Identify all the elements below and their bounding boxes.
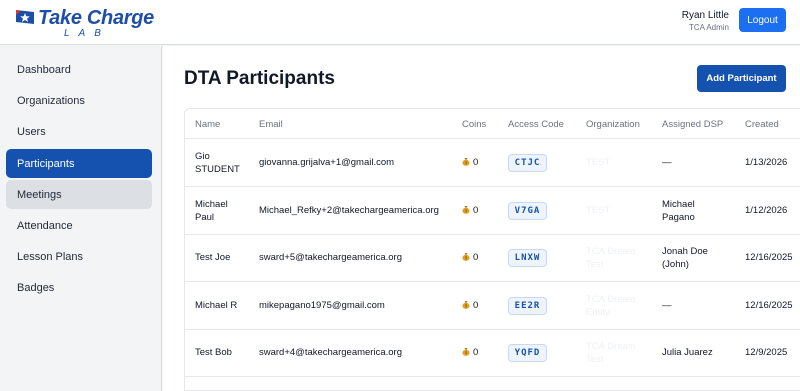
- main-content: DTA Participants Add Participant Name Em…: [163, 46, 800, 391]
- coins-value: 0: [473, 157, 479, 168]
- organization-name: TCA Dream: [586, 341, 636, 352]
- assigned-dsp: Michael: [662, 199, 695, 210]
- participant-email: giovanna.grijalva+1@gmail.com: [259, 157, 395, 168]
- organization-name: TCA Dream: [586, 294, 636, 305]
- organization-name: TEST: [586, 157, 611, 168]
- coins-value: 0: [473, 300, 479, 311]
- participants-table: Name Email Coins Access Code Organizatio…: [184, 108, 800, 391]
- coin-bag-icon: $: [462, 348, 470, 356]
- participant-name: STUDENT: [195, 164, 240, 175]
- sidebar-nav: Dashboard Organizations Users Participan…: [0, 46, 162, 391]
- column-header-name[interactable]: Name: [195, 119, 220, 130]
- svg-text:$: $: [465, 303, 468, 308]
- coins-cell: $0: [462, 205, 478, 217]
- access-code-badge[interactable]: EE2R: [508, 297, 547, 315]
- created-date: 1/13/2026: [745, 157, 788, 168]
- participant-name: Gio: [195, 151, 210, 162]
- page-title: DTA Participants: [184, 68, 335, 89]
- organization-name: TEST: [586, 205, 611, 216]
- organization-name: Entity: [586, 307, 610, 318]
- access-code-badge[interactable]: V7GA: [508, 202, 547, 220]
- sidebar-item-users[interactable]: Users: [6, 117, 152, 146]
- add-participant-button[interactable]: Add Participant: [697, 65, 786, 92]
- table-row[interactable]: Test Bob sward+4@takechargeamerica.org $0 Y…: [185, 330, 800, 377]
- access-code-badge[interactable]: CTJC: [508, 154, 547, 172]
- logo-text: Take Charge: [38, 7, 155, 29]
- table-row[interactable]: Test Joe sward+5@takechargeamerica.org $0 L…: [185, 235, 800, 282]
- table-row[interactable]: Gio STUDENT giovanna.grijalva+1@gmail.com $…: [185, 140, 800, 187]
- column-header-created[interactable]: Created: [745, 119, 779, 130]
- participant-email: sward+5@takechargeamerica.org: [259, 252, 402, 263]
- coin-bag-icon: $: [462, 253, 470, 261]
- participant-email: sward+4@takechargeamerica.org: [259, 347, 402, 358]
- logout-button[interactable]: Logout: [739, 8, 786, 32]
- logo-subtext: LAB: [64, 28, 110, 39]
- coins-value: 0: [473, 347, 479, 358]
- organization-name: Test: [586, 259, 604, 270]
- svg-text:$: $: [465, 208, 468, 213]
- column-header-coins[interactable]: Coins: [462, 119, 486, 130]
- column-header-assigned-dsp[interactable]: Assigned DSP: [662, 119, 723, 130]
- participant-name: Michael: [195, 199, 228, 210]
- created-date: 1/12/2026: [745, 205, 788, 216]
- app-header: Take Charge LAB Ryan Little TCA Admin Lo…: [0, 0, 800, 45]
- column-header-access-code[interactable]: Access Code: [508, 119, 564, 130]
- sidebar-item-attendance[interactable]: Attendance: [6, 211, 152, 240]
- sidebar-item-dashboard[interactable]: Dashboard: [6, 55, 152, 84]
- table-header: Name Email Coins Access Code Organizatio…: [185, 109, 800, 139]
- created-date: 12/16/2025: [745, 252, 793, 263]
- sidebar-item-badges[interactable]: Badges: [6, 273, 152, 302]
- organization-name: TCA Dream: [586, 246, 636, 257]
- svg-text:$: $: [465, 160, 468, 165]
- assigned-dsp: Pagano: [662, 212, 695, 223]
- participant-email: mikepagano1975@gmail.com: [259, 300, 385, 311]
- organization-name: Test: [586, 354, 604, 365]
- coins-value: 0: [473, 205, 479, 216]
- svg-text:$: $: [465, 255, 468, 260]
- svg-text:$: $: [465, 350, 468, 355]
- brand-logo[interactable]: Take Charge LAB: [14, 6, 154, 40]
- access-code-badge[interactable]: YQFD: [508, 344, 547, 362]
- coins-cell: $0: [462, 157, 478, 169]
- participant-name: Paul: [195, 212, 215, 223]
- coins-cell: $0: [462, 252, 478, 264]
- coins-cell: $0: [462, 300, 478, 312]
- star-flag-icon: [16, 10, 34, 24]
- sidebar-item-meetings[interactable]: Meetings: [6, 180, 152, 209]
- table-row[interactable]: Michael Paul Michael_Refky+2@takechargeame…: [185, 188, 800, 235]
- created-date: 12/9/2025: [745, 347, 788, 358]
- coins-cell: $0: [462, 347, 478, 359]
- participant-name: Test Joe: [195, 252, 231, 263]
- user-role: TCA Admin: [688, 23, 729, 32]
- participant-name: Test Bob: [195, 347, 232, 358]
- assigned-dsp: —: [662, 300, 672, 311]
- participant-name: Michael R: [195, 300, 238, 311]
- table-row[interactable]: Michael R mikepagano1975@gmail.com $0 EE2R T…: [185, 283, 800, 330]
- assigned-dsp: —: [662, 157, 672, 168]
- created-date: 12/16/2025: [745, 300, 793, 311]
- coin-bag-icon: $: [462, 206, 470, 214]
- coins-value: 0: [473, 252, 479, 263]
- sidebar-item-participants[interactable]: Participants: [6, 149, 152, 178]
- access-code-badge[interactable]: LNXW: [508, 249, 547, 267]
- coin-bag-icon: $: [462, 158, 470, 166]
- coin-bag-icon: $: [462, 301, 470, 309]
- user-info: Ryan Little TCA Admin: [682, 9, 729, 33]
- participant-email: Michael_Refky+2@takechargeamerica.org: [259, 205, 439, 216]
- sidebar-item-lesson-plans[interactable]: Lesson Plans: [6, 242, 152, 271]
- column-header-organization[interactable]: Organization: [586, 119, 640, 130]
- assigned-dsp: (John): [662, 259, 689, 270]
- column-header-email[interactable]: Email: [259, 119, 283, 130]
- assigned-dsp: Jonah Doe: [662, 246, 708, 257]
- user-name: Ryan Little: [681, 10, 729, 21]
- assigned-dsp: Julia Juarez: [662, 347, 713, 358]
- sidebar-item-organizations[interactable]: Organizations: [6, 86, 152, 115]
